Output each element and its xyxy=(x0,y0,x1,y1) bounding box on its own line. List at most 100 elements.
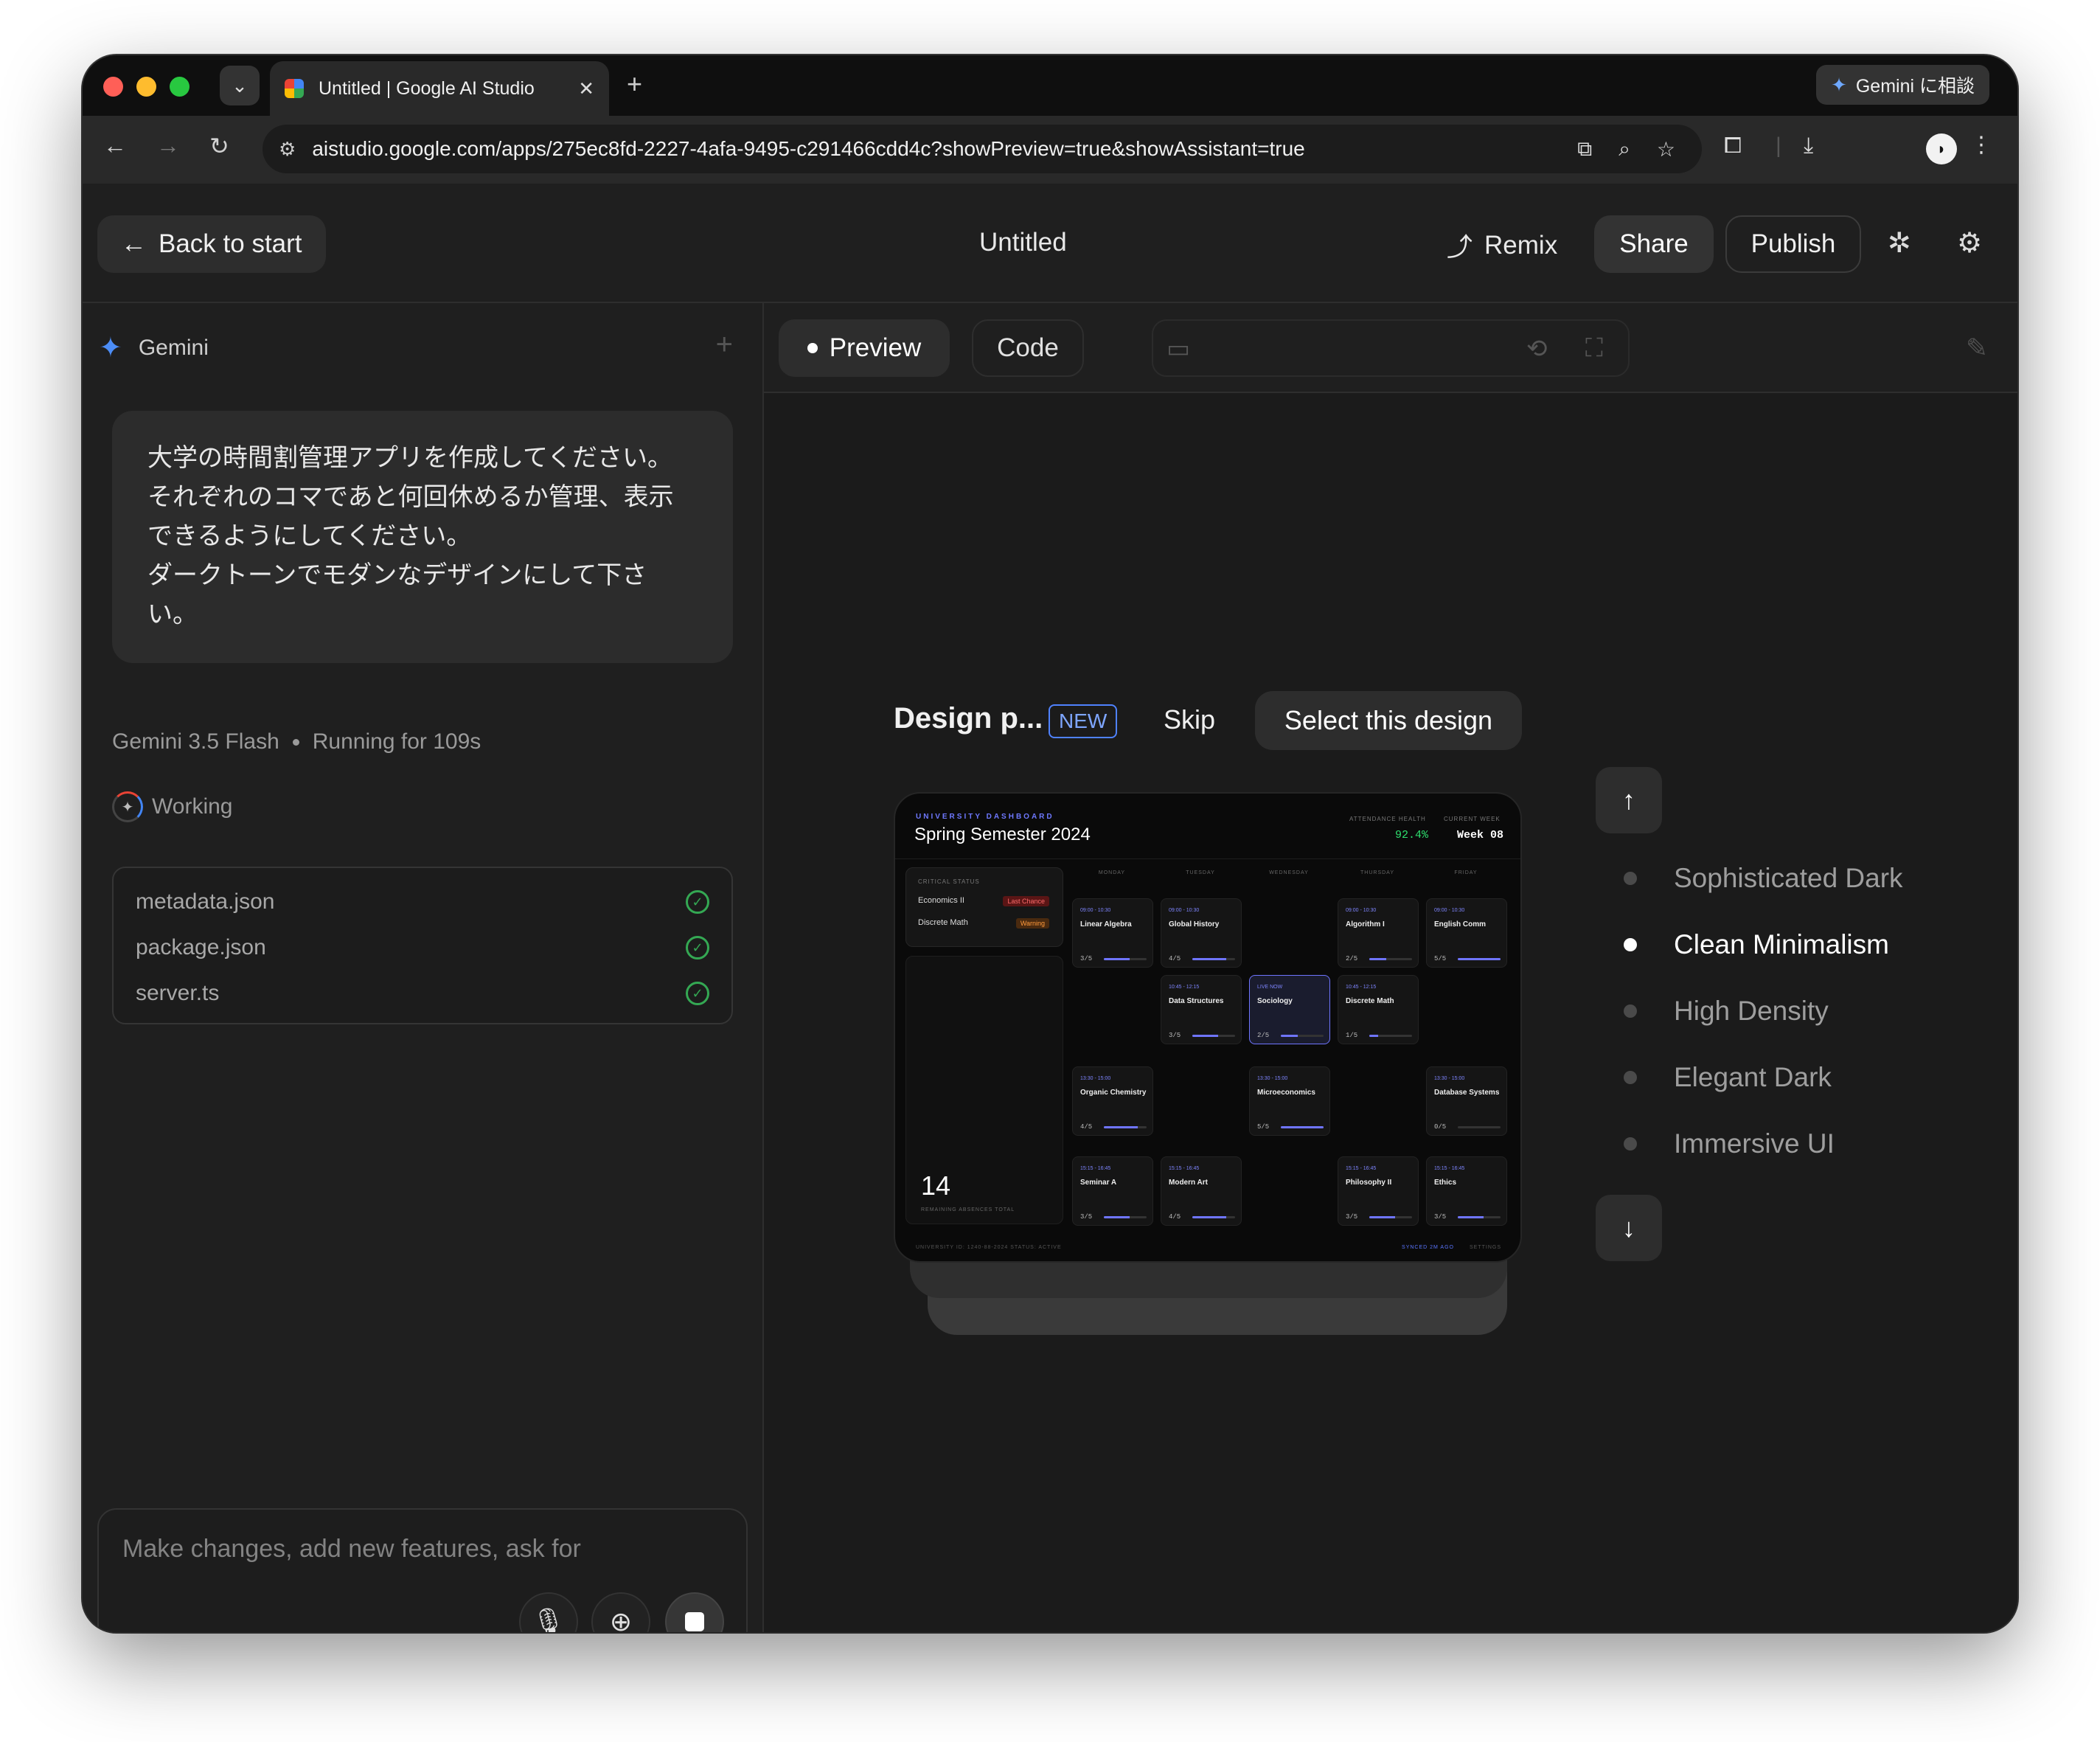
tab-preview[interactable]: Preview xyxy=(779,319,950,377)
fullscreen-icon[interactable]: ⛶ xyxy=(1585,334,1603,363)
stop-generation-button[interactable] xyxy=(665,1592,724,1632)
thumb-class-progress xyxy=(1192,958,1235,960)
publish-button[interactable]: Publish xyxy=(1725,215,1861,273)
tab-code[interactable]: Code xyxy=(972,319,1084,377)
thumb-remaining-card: 14 REMAINING ABSENCES TOTAL xyxy=(905,956,1063,1224)
thumb-day-header: WEDNESDAY xyxy=(1269,870,1309,875)
design-option-label: High Density xyxy=(1674,996,1829,1026)
microphone-button[interactable]: 🎙︎ xyxy=(519,1592,578,1632)
thumb-day-header: THURSDAY xyxy=(1360,870,1394,875)
thumb-critical-tag: Last Chance xyxy=(1003,896,1049,906)
zoom-icon[interactable]: ⌕ xyxy=(1619,137,1630,162)
extensions-puzzle-icon[interactable]: ⧠ xyxy=(1724,133,1742,159)
thumb-class-progress xyxy=(1192,1035,1235,1037)
back-to-start-label: Back to start xyxy=(159,229,302,258)
project-title[interactable]: Untitled xyxy=(979,228,1067,257)
thumb-class-progress-fill xyxy=(1458,958,1501,960)
skip-button[interactable]: Skip xyxy=(1164,704,1215,735)
thumb-class-remaining: 1/5 xyxy=(1346,1032,1358,1039)
refresh-icon[interactable]: ⟲ xyxy=(1526,334,1548,364)
assistant-label: Gemini xyxy=(138,335,209,360)
thumb-critical-card: CRITICAL STATUS Economics II Last Chance… xyxy=(905,867,1063,947)
install-app-icon[interactable]: ⧉ xyxy=(1577,137,1592,162)
select-design-button[interactable]: Select this design xyxy=(1255,691,1522,750)
maximize-window-button[interactable] xyxy=(170,77,190,97)
thumb-class-card: 15:15 - 16:45 Philosophy II 3/5 xyxy=(1338,1156,1419,1226)
design-option-item[interactable]: Immersive UI xyxy=(1624,1128,1835,1159)
previous-design-button[interactable]: ↑ xyxy=(1596,767,1662,833)
thumb-class-progress xyxy=(1104,1126,1147,1128)
design-option-item[interactable]: Elegant Dark xyxy=(1624,1062,1832,1093)
chat-input-box[interactable]: Make changes, add new features, ask for … xyxy=(97,1508,748,1632)
next-design-button[interactable]: ↓ xyxy=(1596,1195,1662,1261)
close-tab-icon[interactable]: ✕ xyxy=(578,77,594,100)
design-picker-title: Design p... xyxy=(894,702,1043,735)
option-bullet xyxy=(1624,1137,1637,1151)
thumb-class-progress xyxy=(1458,958,1501,960)
edit-off-icon[interactable]: ✎ xyxy=(1966,333,1988,364)
thumb-class-card: LIVE NOW Sociology 2/5 xyxy=(1249,975,1330,1044)
device-toolbar: ▭ ⟲ ⛶ xyxy=(1152,319,1630,377)
gemini-ask-button[interactable]: ✦ Gemini に相談 xyxy=(1816,65,1989,105)
thumb-class-name: Algorithm I xyxy=(1346,920,1385,929)
profile-avatar[interactable]: ◗ xyxy=(1926,133,1957,164)
url-text[interactable]: aistudio.google.com/apps/275ec8fd-2227-4… xyxy=(312,137,1577,161)
design-option-item[interactable]: High Density xyxy=(1624,996,1829,1027)
design-option-item[interactable]: Clean Minimalism xyxy=(1624,929,1889,960)
app-header: ← Back to start Untitled ⤴ Remix Share P… xyxy=(83,184,2017,303)
download-icon[interactable]: ⤓ xyxy=(1804,133,1813,159)
file-item[interactable]: metadata.json ✓ xyxy=(136,883,709,921)
design-option-item[interactable]: Sophisticated Dark xyxy=(1624,863,1903,894)
thumb-class-remaining: 3/5 xyxy=(1080,955,1093,962)
new-chat-plus-icon[interactable]: + xyxy=(716,328,733,361)
reload-icon[interactable]: ↻ xyxy=(209,132,229,160)
thumb-class-card: 15:15 - 16:45 Seminar A 3/5 xyxy=(1072,1156,1153,1226)
check-circle-icon: ✓ xyxy=(686,936,709,960)
bug-icon[interactable]: ✲ xyxy=(1888,226,1911,260)
user-prompt-bubble: 大学の時間割管理アプリを作成してください。 それぞれのコマであと何回休めるか管理… xyxy=(112,411,733,663)
settings-gear-icon[interactable]: ⚙ xyxy=(1957,226,1982,260)
design-preview-thumbnail[interactable]: UNIVERSITY DASHBOARD Spring Semester 202… xyxy=(894,792,1522,1263)
file-item[interactable]: server.ts ✓ xyxy=(136,974,709,1013)
site-settings-icon[interactable]: ⚙ xyxy=(279,138,296,161)
chat-input-placeholder[interactable]: Make changes, add new features, ask for xyxy=(122,1535,581,1564)
new-tab-button[interactable]: + xyxy=(627,69,642,100)
tab-search-button[interactable]: ⌄ xyxy=(220,66,260,105)
add-attachment-button[interactable]: ⊕ xyxy=(591,1592,650,1632)
thumb-class-remaining: 4/5 xyxy=(1080,1123,1093,1131)
browser-tab[interactable]: Untitled | Google AI Studio ✕ xyxy=(270,61,609,116)
thumb-class-progress-fill xyxy=(1281,1126,1324,1128)
thumb-class-progress-fill xyxy=(1104,1216,1130,1218)
remix-button[interactable]: ⤴ Remix xyxy=(1447,226,1557,264)
share-button[interactable]: Share xyxy=(1594,215,1714,273)
thumb-class-name: Database Systems xyxy=(1434,1089,1500,1097)
chevron-down-icon: ⌄ xyxy=(232,74,248,97)
file-item[interactable]: package.json ✓ xyxy=(136,929,709,967)
thumb-class-name: Seminar A xyxy=(1080,1179,1117,1187)
thumb-class-progress xyxy=(1369,1035,1412,1037)
prompt-line: 大学の時間割管理アプリを作成してください。 xyxy=(147,444,672,472)
address-bar[interactable]: ⚙ aistudio.google.com/apps/275ec8fd-2227… xyxy=(262,125,1702,173)
thumb-class-time: 13:30 - 15:00 xyxy=(1434,1076,1465,1081)
bookmark-star-icon[interactable]: ☆ xyxy=(1657,137,1675,162)
minimize-window-button[interactable] xyxy=(136,77,156,97)
design-option-label: Elegant Dark xyxy=(1674,1062,1832,1092)
more-menu-icon[interactable]: ⋮ xyxy=(1970,132,1992,158)
thumb-class-card: 10:45 - 12:15 Data Structures 3/5 xyxy=(1161,975,1242,1044)
prompt-line: い。 xyxy=(147,600,198,628)
check-circle-icon: ✓ xyxy=(686,982,709,1005)
design-option-label: Sophisticated Dark xyxy=(1674,863,1903,893)
back-arrow-icon[interactable]: ← xyxy=(103,132,127,159)
thumb-class-progress xyxy=(1458,1126,1501,1128)
back-to-start-button[interactable]: ← Back to start xyxy=(97,215,326,273)
check-circle-icon: ✓ xyxy=(686,890,709,914)
active-dot-icon xyxy=(807,343,818,353)
thumb-class-progress xyxy=(1192,1216,1235,1218)
forward-arrow-icon[interactable]: → xyxy=(156,132,180,159)
thumb-class-progress-fill xyxy=(1369,958,1387,960)
close-window-button[interactable] xyxy=(103,77,123,97)
thumb-class-remaining: 3/5 xyxy=(1346,1213,1358,1221)
thumb-class-progress-fill xyxy=(1369,1216,1395,1218)
thumb-footer-sync: SYNCED 2M AGO xyxy=(1402,1245,1454,1250)
device-toggle-icon[interactable]: ▭ xyxy=(1167,334,1190,364)
